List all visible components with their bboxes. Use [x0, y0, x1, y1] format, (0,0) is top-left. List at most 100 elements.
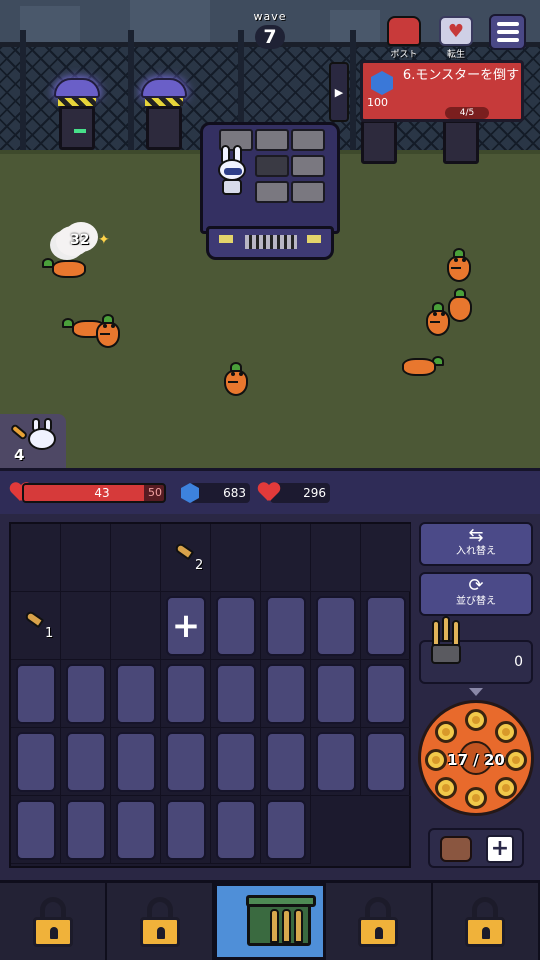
carrot-enemy — [402, 348, 444, 382]
mission-panel[interactable]: 100 6.モンスターを倒す 4/5 — [360, 60, 524, 122]
pointer-arrow-icon — [469, 688, 483, 696]
swap-arrows-icon: ⇆ — [468, 525, 484, 546]
locked-slot[interactable] — [11, 796, 61, 864]
locked-slot[interactable] — [61, 660, 111, 728]
bullet-count: 1 — [45, 626, 54, 641]
hamburger-icon — [496, 22, 519, 26]
lock-icon — [358, 897, 399, 947]
nav-tab-ammo-crate[interactable] — [214, 883, 326, 960]
hp-current: 43 — [94, 486, 110, 500]
nav-tab-locked-2[interactable] — [107, 883, 215, 960]
status-bar: 43 50 683 296 — [0, 468, 540, 514]
heart-icon: ♥ — [439, 16, 473, 46]
damage-popup: 32 — [70, 232, 90, 248]
bullet-icon — [173, 541, 195, 561]
inventory-grid: 2 1 + — [9, 522, 411, 868]
rabbit-icon — [28, 428, 56, 450]
battlefield[interactable]: 32 ✦ wave 7 ポスト ♥ 転生 ▶ 100 6.モンスターを倒す 4/… — [0, 0, 540, 468]
inventory-cell[interactable] — [261, 524, 311, 592]
locked-slot[interactable] — [311, 728, 361, 796]
inventory-cell[interactable] — [11, 524, 61, 592]
nav-tab-locked-4[interactable] — [433, 883, 540, 960]
turret — [54, 78, 100, 152]
sort-label: 並び替え — [456, 596, 496, 607]
locked-slot[interactable] — [111, 796, 161, 864]
inventory-cell[interactable] — [311, 524, 361, 592]
revolver-cylinder[interactable]: 17 / 20 — [418, 700, 534, 816]
inventory-cell[interactable] — [61, 524, 111, 592]
mission-reward: 100 — [367, 96, 388, 109]
rebirth-button[interactable]: ♥ 転生 — [438, 16, 474, 60]
post-button[interactable]: ポスト — [386, 16, 422, 60]
ally-counter[interactable]: 4 — [0, 414, 66, 468]
lock-icon — [32, 897, 73, 947]
fence-post — [128, 30, 134, 154]
locked-slot[interactable] — [11, 728, 61, 796]
locked-slot[interactable] — [311, 660, 361, 728]
hp-max: 50 — [148, 486, 162, 499]
locked-slot[interactable] — [361, 660, 411, 728]
locked-slot[interactable] — [361, 728, 411, 796]
wave-indicator: wave 7 — [240, 10, 300, 49]
lock-icon — [139, 897, 180, 947]
rotate-icon: ⟳ — [468, 575, 484, 596]
inventory-cell[interactable] — [211, 524, 261, 592]
locked-slot[interactable] — [111, 660, 161, 728]
locked-slot[interactable] — [11, 660, 61, 728]
bullet-count: 2 — [195, 558, 204, 573]
turret — [141, 78, 187, 152]
add-slot-button[interactable]: + — [161, 592, 211, 660]
mission-collapse-button[interactable]: ▶ — [329, 62, 349, 122]
locked-slot[interactable] — [361, 592, 411, 660]
locked-slot[interactable] — [61, 796, 111, 864]
revolver-ammo: 17 / 20 — [447, 751, 505, 769]
ammo-crate-icon — [246, 895, 317, 946]
plus-icon: + — [166, 596, 206, 656]
lock-icon — [465, 897, 506, 947]
swap-button[interactable]: ⇆ 入れ替え — [419, 522, 533, 566]
fence-post — [350, 30, 356, 154]
locked-slot[interactable] — [261, 796, 311, 864]
menu-button[interactable] — [489, 14, 526, 50]
fence-post — [20, 30, 26, 154]
bottom-nav — [0, 880, 540, 960]
carrot-icon — [9, 423, 29, 441]
inventory-cell[interactable] — [111, 592, 161, 660]
locked-slot[interactable] — [211, 728, 261, 796]
locked-slot[interactable] — [261, 592, 311, 660]
locked-slot[interactable] — [161, 660, 211, 728]
inventory-cell[interactable] — [61, 592, 111, 660]
ammo-count: 0 — [514, 654, 523, 670]
ammo-belt-icon — [431, 616, 461, 666]
sort-button[interactable]: ⟳ 並び替え — [419, 572, 533, 616]
wave-label: wave — [253, 10, 287, 23]
locked-slot[interactable] — [111, 728, 161, 796]
nav-tab-locked-1[interactable] — [0, 883, 108, 960]
locked-slot[interactable] — [311, 592, 361, 660]
inventory-cell-bullet[interactable]: 1 — [11, 592, 61, 660]
locked-slot[interactable] — [211, 796, 261, 864]
locked-slot[interactable] — [261, 728, 311, 796]
gem-counter: 683 — [190, 483, 250, 503]
inventory-cell[interactable] — [361, 524, 411, 592]
locked-slot[interactable] — [211, 660, 261, 728]
gem-icon — [371, 71, 393, 95]
nav-tab-locked-3[interactable] — [326, 883, 433, 960]
rabbit-hero — [212, 145, 252, 197]
backpack-icon[interactable] — [440, 836, 472, 862]
locked-slot[interactable] — [61, 728, 111, 796]
swap-label: 入れ替え — [456, 546, 496, 557]
carrot-enemy — [446, 288, 474, 322]
game-screen: 32 ✦ wave 7 ポスト ♥ 転生 ▶ 100 6.モンスターを倒す 4/… — [0, 0, 540, 960]
locked-slot[interactable] — [161, 796, 211, 864]
backpack-panel: + — [428, 828, 524, 868]
locked-slot[interactable] — [161, 728, 211, 796]
locked-slot[interactable] — [261, 660, 311, 728]
inventory-cell-bullet[interactable]: 2 — [161, 524, 211, 592]
inventory-cell[interactable] — [111, 524, 161, 592]
hp-bar: 43 50 — [22, 483, 166, 503]
locked-slot[interactable] — [211, 592, 261, 660]
mailbox-icon — [387, 16, 421, 46]
add-backpack-button[interactable]: + — [486, 835, 514, 863]
ammo-reserve[interactable]: 0 — [419, 616, 533, 684]
